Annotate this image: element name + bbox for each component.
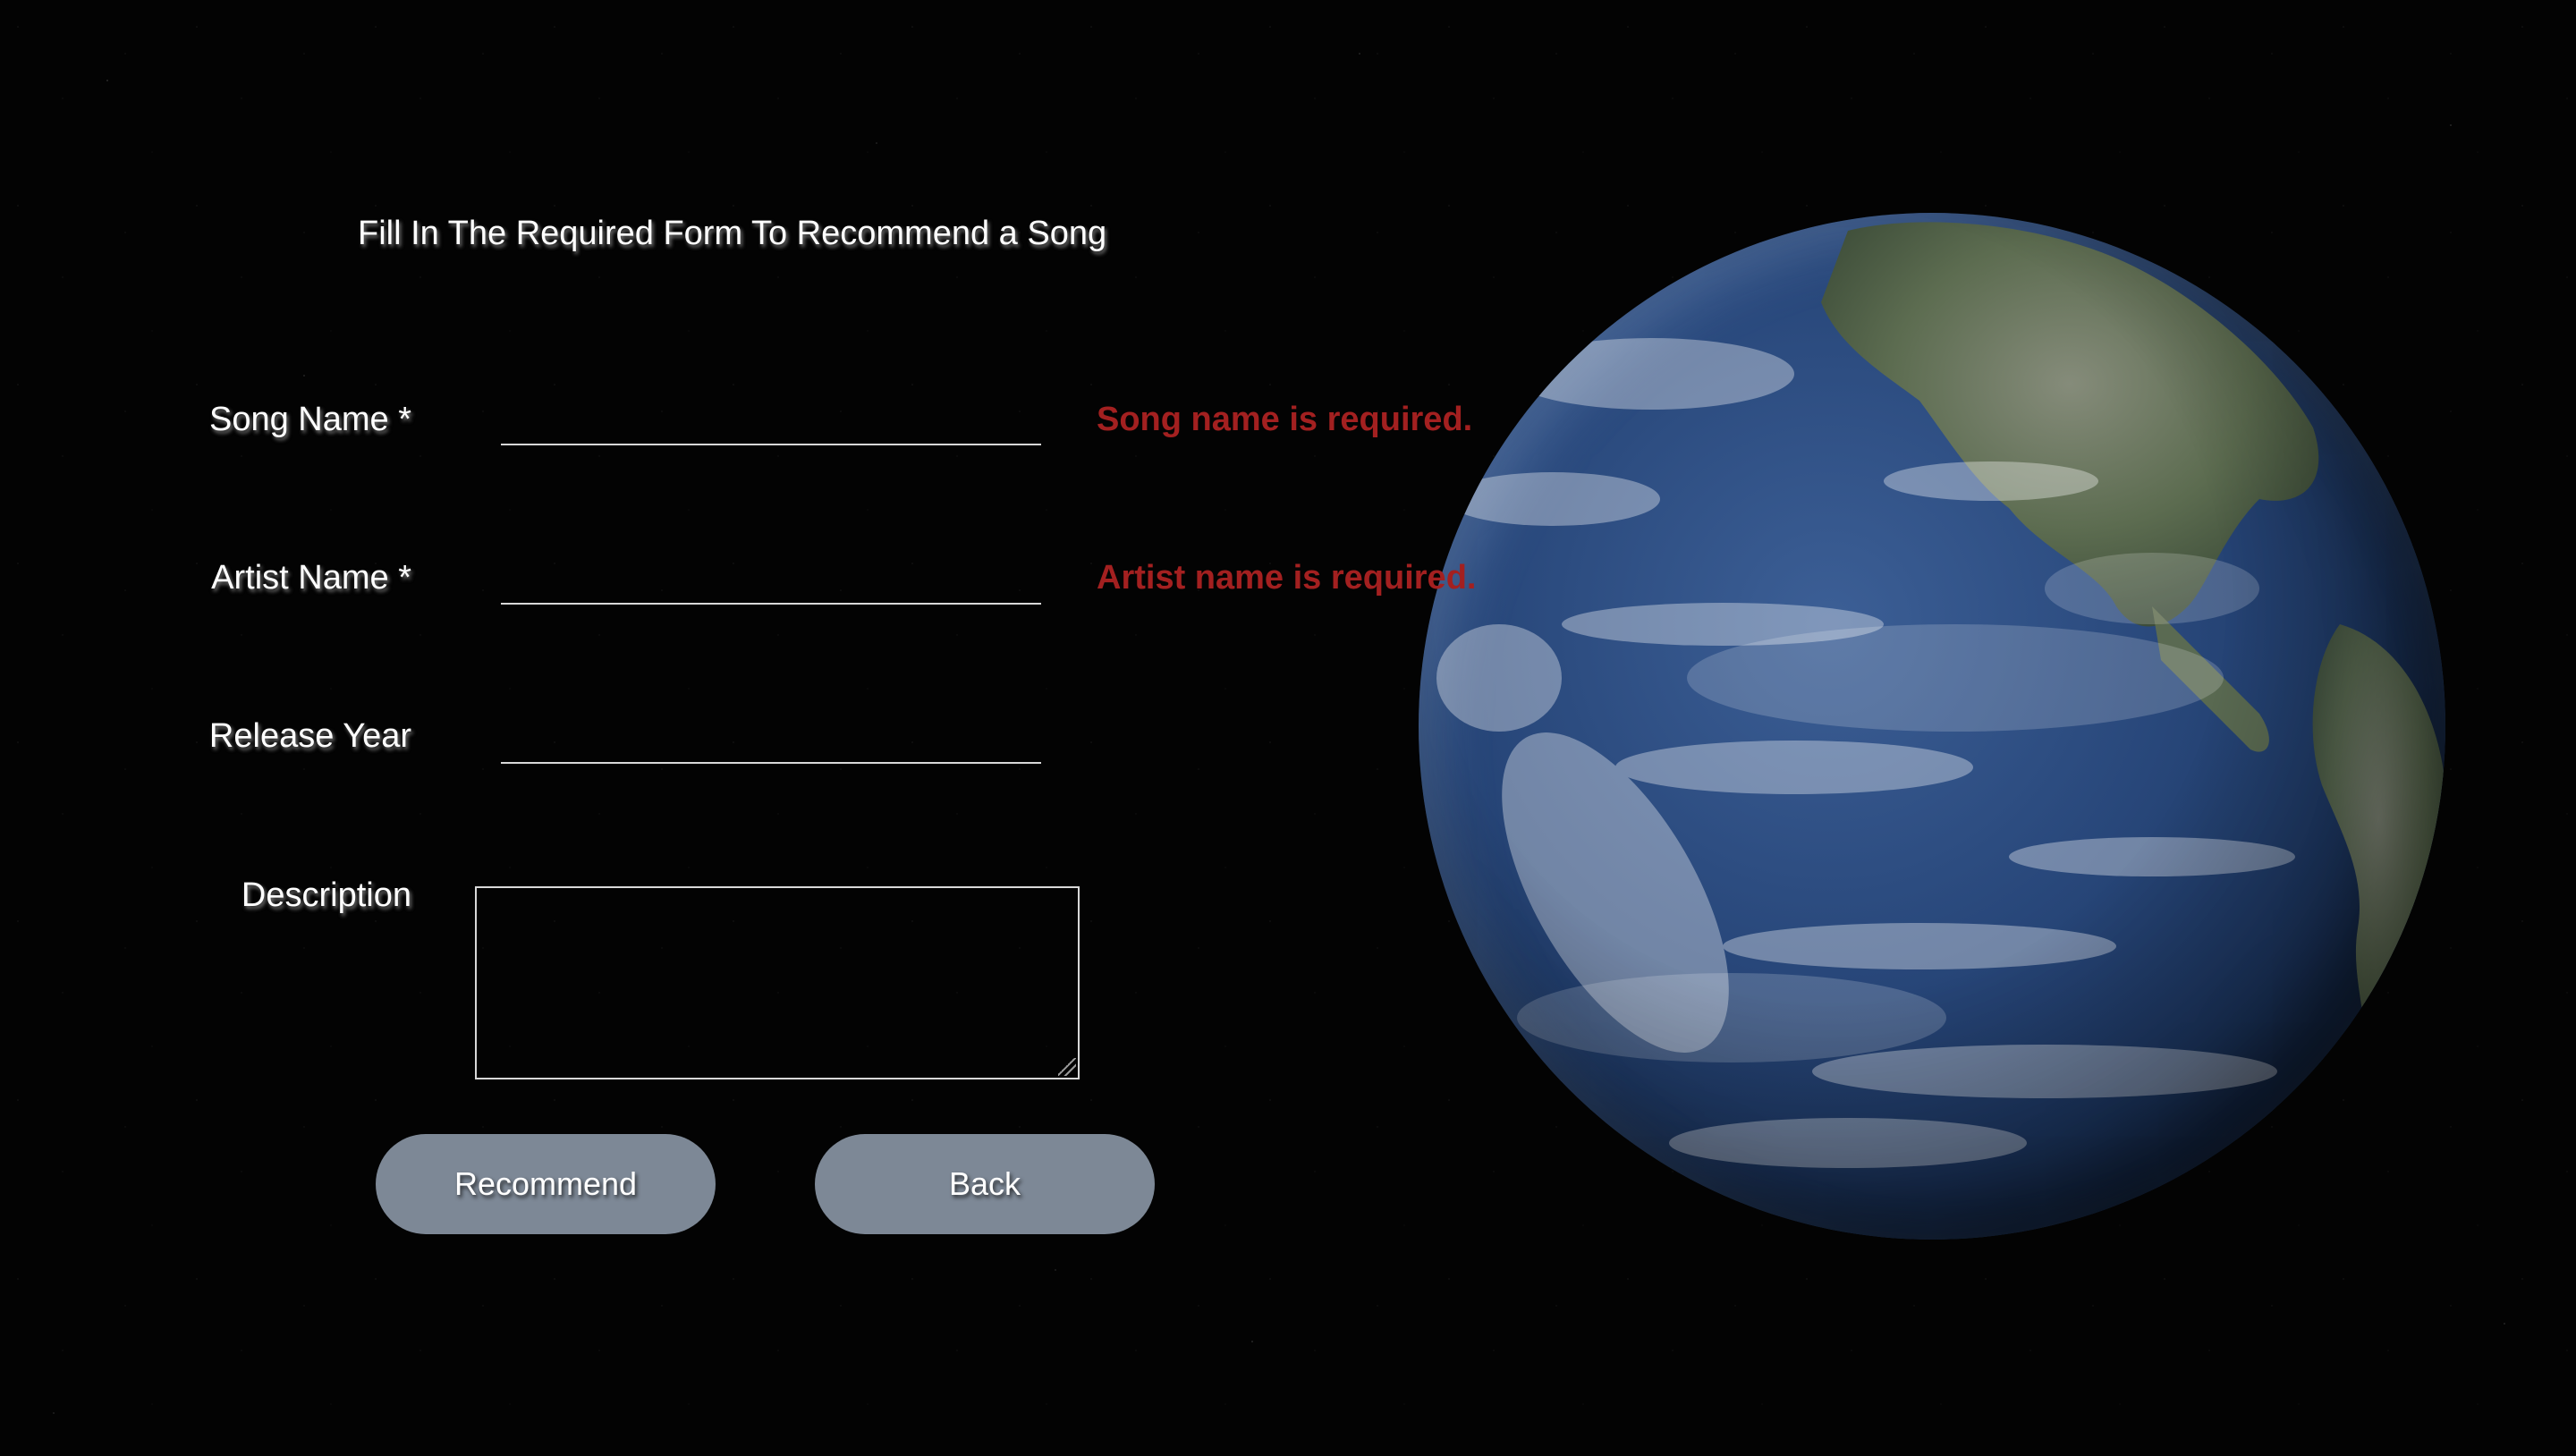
earth-globe-image [1419,213,2445,1240]
song-name-error: Song name is required. [1097,401,1473,438]
release-year-label: Release Year [208,717,411,755]
recommend-button[interactable]: Recommend [376,1134,716,1234]
textarea-resize-handle[interactable] [1058,1058,1076,1076]
page-title: Fill In The Required Form To Recommend a… [358,215,1107,252]
artist-name-label: Artist Name * [211,559,411,597]
song-name-label: Song Name * [208,401,411,438]
song-name-input[interactable] [501,406,1041,445]
artist-name-input[interactable] [501,565,1041,605]
artist-name-error: Artist name is required. [1097,559,1477,597]
page-background: Fill In The Required Form To Recommend a… [0,0,2576,1456]
back-button[interactable]: Back [815,1134,1155,1234]
earth-illustration [1419,213,2445,1240]
description-label: Description [241,876,411,914]
release-year-input[interactable] [501,724,1041,764]
description-textarea[interactable] [475,886,1080,1079]
